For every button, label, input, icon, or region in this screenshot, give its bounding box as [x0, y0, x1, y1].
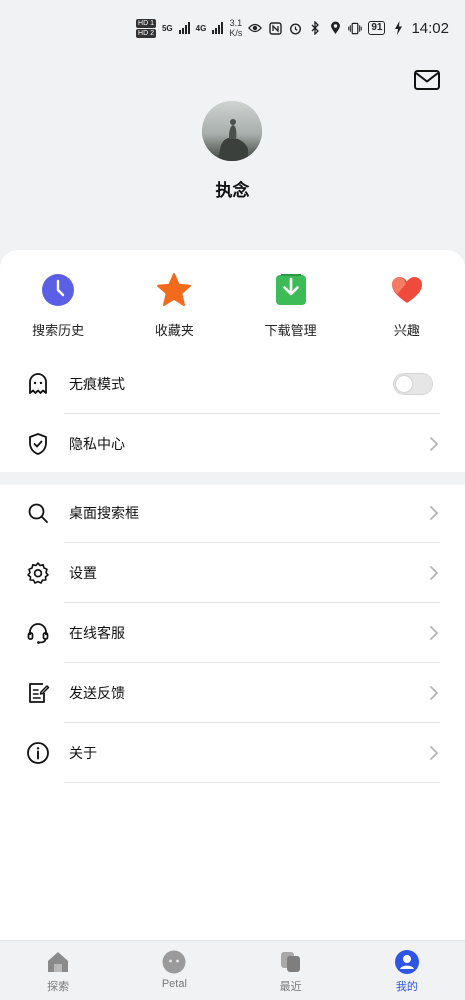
feedback-edit-icon [25, 680, 51, 706]
ghost-icon [25, 371, 51, 397]
quick-action-downloads[interactable]: 下载管理 [233, 268, 349, 348]
petal-face-icon [162, 950, 186, 974]
online-support-label: 在线客服 [69, 625, 125, 641]
speed-value: 3.1 [229, 18, 243, 28]
status-bar: HD 1 HD 2 5G 4G 3.1 K/s 91 14:02 [0, 0, 465, 56]
quick-action-history[interactable]: 搜索历史 [0, 268, 116, 348]
chevron-right-icon [430, 437, 438, 451]
settings-label: 设置 [69, 565, 97, 581]
signal-icon [178, 22, 190, 34]
heart-icon [391, 277, 422, 303]
messages-button[interactable] [413, 68, 441, 92]
quick-action-favorites[interactable]: 收藏夹 [116, 268, 232, 348]
nav-tab-mine[interactable]: 我的 [349, 941, 465, 1000]
quick-action-interests[interactable]: 兴趣 [349, 268, 465, 348]
send-feedback-row[interactable]: 发送反馈 [0, 663, 465, 723]
desktop-search-widget-row[interactable]: 桌面搜索框 [0, 483, 465, 543]
incognito-toggle[interactable] [393, 373, 433, 395]
incognito-mode-label: 无痕模式 [69, 376, 125, 392]
mail-icon [414, 70, 440, 90]
recent-cards-icon [280, 952, 300, 972]
network-speed: 3.1 K/s [229, 18, 242, 38]
shield-check-icon [25, 431, 51, 457]
speed-unit: K/s [229, 28, 243, 38]
hd1-label: HD 1 [136, 18, 156, 28]
clock-time: 14:02 [411, 19, 449, 37]
chevron-right-icon [430, 626, 438, 640]
home-icon [48, 952, 69, 972]
info-icon [25, 740, 51, 766]
quick-action-label: 下载管理 [264, 323, 317, 338]
quick-action-label: 搜索历史 [32, 323, 85, 338]
chevron-right-icon [430, 686, 438, 700]
charging-icon [391, 21, 405, 35]
hd2-label: HD 2 [136, 28, 156, 38]
incognito-mode-row[interactable]: 无痕模式 [0, 354, 465, 414]
online-support-row[interactable]: 在线客服 [0, 603, 465, 663]
quick-actions: 搜索历史 收藏夹 下载管理 兴趣 [0, 268, 465, 348]
nav-tab-recent[interactable]: 最近 [233, 941, 349, 1000]
settings-row[interactable]: 设置 [0, 543, 465, 603]
alarm-icon [288, 21, 302, 35]
nav-tab-petal[interactable]: Petal [116, 941, 232, 1000]
hd-indicator: HD 1 HD 2 [136, 18, 156, 38]
desktop-search-widget-label: 桌面搜索框 [69, 505, 139, 521]
network-4g-label: 4G [195, 23, 207, 33]
headset-icon [25, 620, 51, 646]
bluetooth-icon [308, 21, 322, 35]
nav-label: 最近 [279, 981, 302, 993]
about-label: 关于 [69, 745, 97, 761]
send-feedback-label: 发送反馈 [69, 685, 125, 701]
toggle-knob [396, 376, 412, 392]
download-icon [275, 274, 306, 305]
nav-label: Petal [161, 978, 187, 990]
avatar-image [202, 101, 262, 161]
profile-icon [394, 950, 419, 974]
nfc-icon [268, 21, 282, 35]
eye-icon [248, 21, 263, 35]
about-row[interactable]: 关于 [0, 723, 465, 783]
nav-label: 我的 [395, 981, 418, 993]
search-icon [25, 500, 51, 526]
avatar[interactable] [202, 101, 262, 161]
privacy-center-row[interactable]: 隐私中心 [0, 414, 465, 474]
chevron-right-icon [430, 566, 438, 580]
battery-level: 91 [368, 21, 386, 35]
location-icon [328, 21, 342, 35]
quick-action-label: 兴趣 [393, 323, 420, 338]
chevron-right-icon [430, 506, 438, 520]
quick-action-label: 收藏夹 [154, 323, 194, 338]
privacy-center-label: 隐私中心 [69, 436, 125, 452]
bottom-nav: 探索 Petal 最近 我的 [0, 940, 465, 1000]
nav-label: 探索 [47, 981, 70, 993]
vibrate-icon [348, 21, 363, 35]
star-icon [157, 273, 192, 306]
network-5g-label: 5G [161, 23, 173, 33]
signal-icon-2 [212, 22, 224, 34]
username[interactable]: 执念 [0, 176, 465, 201]
nav-tab-explore[interactable]: 探索 [0, 941, 116, 1000]
clock-icon [42, 274, 75, 306]
gear-icon [25, 560, 51, 586]
divider [64, 782, 440, 783]
chevron-right-icon [430, 746, 438, 760]
